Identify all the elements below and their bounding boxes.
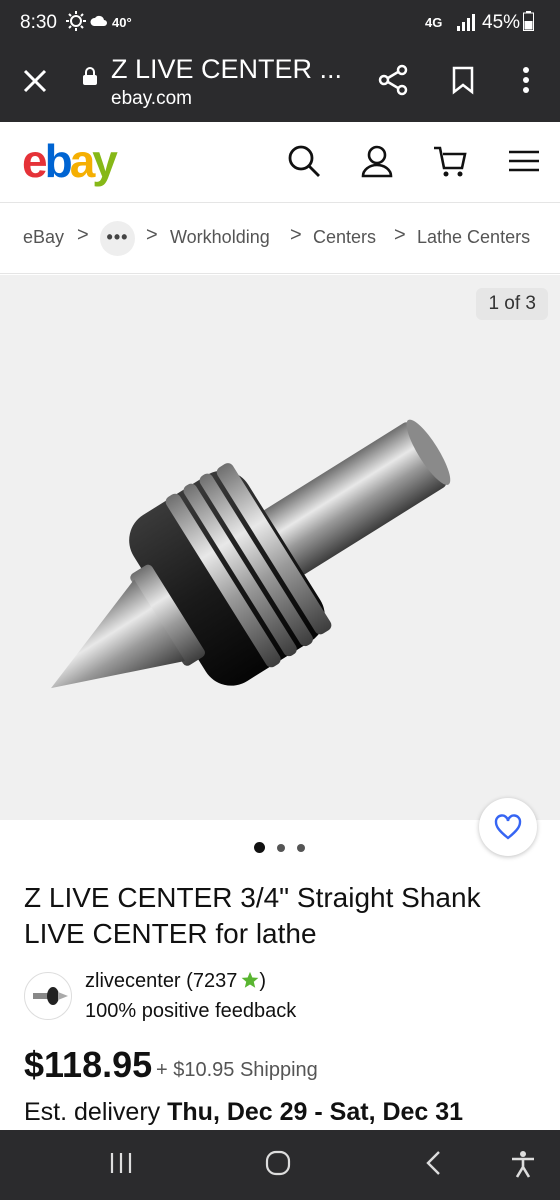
breadcrumb-separator: >: [394, 224, 406, 246]
estimated-delivery: Est. delivery Thu, Dec 29 - Sat, Dec 31: [24, 1098, 463, 1127]
logo-letter: y: [92, 135, 118, 187]
status-temperature: 40°: [112, 15, 132, 30]
seller-score: (7237: [186, 970, 238, 992]
logo-letter: b: [44, 135, 73, 187]
share-icon[interactable]: [378, 64, 408, 96]
listing-title: Z LIVE CENTER 3/4" Straight Shank LIVE C…: [24, 882, 481, 949]
account-icon[interactable]: [358, 142, 396, 180]
breadcrumb-item[interactable]: Centers: [313, 227, 376, 248]
battery-percent: 45%: [482, 12, 521, 33]
breadcrumb-item[interactable]: Lathe Centers: [417, 227, 530, 248]
item-price: $118.95: [24, 1044, 153, 1085]
menu-icon[interactable]: [505, 142, 543, 180]
close-icon[interactable]: [22, 68, 48, 94]
ebay-header: ebay: [0, 122, 560, 203]
accessibility-icon[interactable]: [510, 1150, 536, 1178]
page-title: Z LIVE CENTER ...: [111, 54, 343, 84]
system-nav-bar: [0, 1130, 560, 1200]
brightness-icon: [66, 11, 86, 31]
seller-logo-icon: [33, 987, 68, 1005]
delivery-dates: Thu, Dec 29 - Sat, Dec 31: [167, 1098, 464, 1126]
image-gallery[interactable]: 1 of 3: [0, 275, 560, 820]
seller-feedback: 100% positive feedback: [85, 1000, 297, 1022]
battery-icon: [523, 11, 534, 31]
seller-info[interactable]: zlivecenter (7237): [85, 970, 266, 993]
breadcrumb-overflow-button[interactable]: •••: [100, 221, 135, 256]
pagination-dot-active[interactable]: [254, 842, 265, 853]
search-icon[interactable]: [285, 142, 323, 180]
browser-toolbar: Z LIVE CENTER ... ebay.com: [0, 44, 560, 122]
status-time: 8:30: [20, 12, 57, 33]
product-image[interactable]: [0, 275, 560, 820]
star-icon: [241, 971, 259, 988]
breadcrumb-separator: >: [290, 224, 302, 246]
delivery-label: Est. delivery: [24, 1098, 161, 1126]
image-pagination: [0, 842, 560, 853]
cart-icon[interactable]: [431, 142, 469, 180]
image-counter: 1 of 3: [476, 288, 548, 320]
seller-score-close: ): [259, 970, 266, 992]
pagination-dot[interactable]: [297, 844, 305, 852]
seller-name[interactable]: zlivecenter: [85, 970, 181, 992]
network-type: 4G: [425, 15, 443, 30]
seller-avatar[interactable]: [24, 972, 72, 1020]
signal-icon: [457, 14, 475, 31]
logo-letter: a: [69, 135, 96, 187]
logo-letter: e: [22, 135, 48, 187]
breadcrumb-item[interactable]: eBay: [23, 227, 64, 248]
page-domain: ebay.com: [111, 88, 192, 109]
shipping-cost: + $10.95 Shipping: [156, 1059, 318, 1081]
breadcrumb-separator: >: [77, 224, 89, 246]
status-bar: 8:30 40° 4G 45%: [0, 0, 560, 44]
heart-icon: [494, 814, 522, 840]
back-icon[interactable]: [424, 1150, 444, 1176]
breadcrumb-item[interactable]: Workholding: [170, 227, 270, 248]
home-icon[interactable]: [265, 1150, 291, 1176]
more-options-icon[interactable]: [516, 64, 536, 96]
recent-apps-icon[interactable]: [108, 1150, 134, 1176]
breadcrumb-separator: >: [146, 224, 158, 246]
weather-icon: [90, 15, 107, 26]
pagination-dot[interactable]: [277, 844, 285, 852]
breadcrumb: eBay > ••• > Workholding > Centers > Lat…: [0, 203, 560, 274]
bookmark-icon[interactable]: [450, 65, 476, 95]
lock-icon: [83, 67, 97, 85]
ebay-logo[interactable]: ebay: [22, 134, 118, 188]
